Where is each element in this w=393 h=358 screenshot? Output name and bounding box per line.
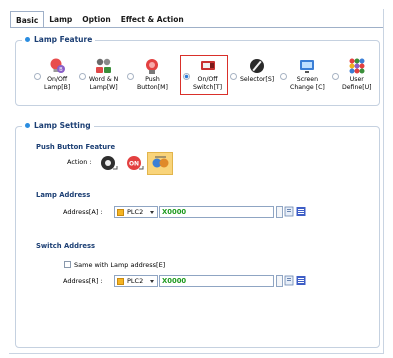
selector-icon — [250, 59, 265, 73]
word-lamp-icon — [95, 58, 111, 73]
tab-bar: Basic Lamp Option Effect & Action — [10, 11, 189, 28]
lamp-bulb-icon: B — [50, 58, 66, 73]
lamp-setting-title: Lamp Setting — [22, 121, 94, 130]
feature-label: Screen Change [C] — [290, 76, 325, 91]
device-list-icon[interactable] — [296, 206, 306, 217]
same-lamp-address-label: Same with Lamp address[E] — [74, 261, 166, 269]
radio-word-lamp[interactable] — [79, 73, 86, 80]
tab-basic[interactable]: Basic — [10, 11, 45, 28]
chevron-down-icon — [150, 279, 154, 283]
lamp-address-input[interactable]: X0000 — [159, 206, 274, 218]
feature-label: Selector[S] — [240, 76, 275, 83]
chevron-down-icon — [150, 210, 154, 214]
plc-icon — [117, 208, 124, 216]
on-icon[interactable]: ON — [125, 154, 144, 173]
tab-divider — [10, 27, 383, 28]
tab-effect-action[interactable]: Effect & Action — [116, 11, 189, 28]
switch-address-label: Address[R] : — [63, 277, 103, 285]
svg-text:B: B — [59, 67, 63, 73]
lamp-feature-title: Lamp Feature — [22, 35, 96, 44]
action-label: Action : — [67, 158, 92, 166]
radio-onoff-lamp[interactable] — [34, 73, 41, 80]
feature-push-button[interactable]: Push Button[M] — [127, 57, 168, 91]
toggle-icon[interactable] — [151, 154, 170, 173]
tab-lamp[interactable]: Lamp — [44, 11, 77, 28]
plc-icon — [117, 277, 124, 285]
radio-screen-change[interactable] — [280, 73, 287, 80]
svg-text:ON: ON — [129, 161, 139, 168]
bullet-icon — [25, 123, 30, 128]
feature-screen-change[interactable]: Screen Change [C] — [280, 57, 325, 91]
feature-selector[interactable]: Selector[S] — [230, 57, 274, 84]
feature-label: On/Off Lamp[B] — [44, 76, 71, 91]
tab-option[interactable]: Option — [77, 11, 115, 28]
lamp-address-spin[interactable] — [276, 206, 283, 218]
lamp-address-title: Lamp Address — [36, 191, 91, 199]
feature-user-define[interactable]: User Define[U] — [332, 57, 372, 91]
feature-onoff-lamp[interactable]: B On/Off Lamp[B] — [34, 57, 70, 91]
push-button-feature-title: Push Button Feature — [36, 143, 116, 151]
address-book-icon[interactable] — [284, 275, 294, 286]
lamp-address-label: Address[A] : — [63, 208, 103, 216]
screen-change-icon — [300, 60, 315, 73]
radio-selector[interactable] — [230, 73, 237, 80]
lamp-feature-group: Lamp Feature B On/Off Lamp[B] Word & N L… — [15, 35, 380, 106]
device-list-icon[interactable] — [296, 275, 306, 286]
plc-value: PLC2 — [127, 208, 144, 216]
radio-user-define[interactable] — [332, 73, 339, 80]
lamp-setting-group: Lamp Setting Push Button Feature Action … — [15, 121, 380, 348]
radio-push-button[interactable] — [127, 73, 134, 80]
feature-word-lamp[interactable]: Word & N Lamp[W] — [79, 57, 118, 91]
push-button-icon — [146, 59, 159, 74]
plc-value: PLC2 — [127, 277, 144, 285]
switch-plc-select[interactable]: PLC2 — [114, 275, 158, 287]
address-book-icon[interactable] — [284, 206, 294, 217]
lamp-plc-select[interactable]: PLC2 — [114, 206, 158, 218]
momentary-icon[interactable] — [99, 154, 118, 173]
lamp-setting-title-text: Lamp Setting — [34, 121, 91, 130]
switch-address-title: Switch Address — [36, 242, 96, 250]
switch-address-spin[interactable] — [276, 275, 283, 287]
switch-address-input[interactable]: X0000 — [159, 275, 274, 287]
same-lamp-address-checkbox[interactable] — [64, 261, 71, 268]
feature-label: Word & N Lamp[W] — [89, 76, 119, 91]
lamp-feature-title-text: Lamp Feature — [34, 35, 93, 44]
bullet-icon — [25, 37, 30, 42]
user-define-icon — [349, 58, 365, 74]
feature-label: User Define[U] — [342, 76, 372, 91]
selected-feature-highlight — [180, 55, 228, 95]
feature-label: Push Button[M] — [137, 76, 168, 91]
